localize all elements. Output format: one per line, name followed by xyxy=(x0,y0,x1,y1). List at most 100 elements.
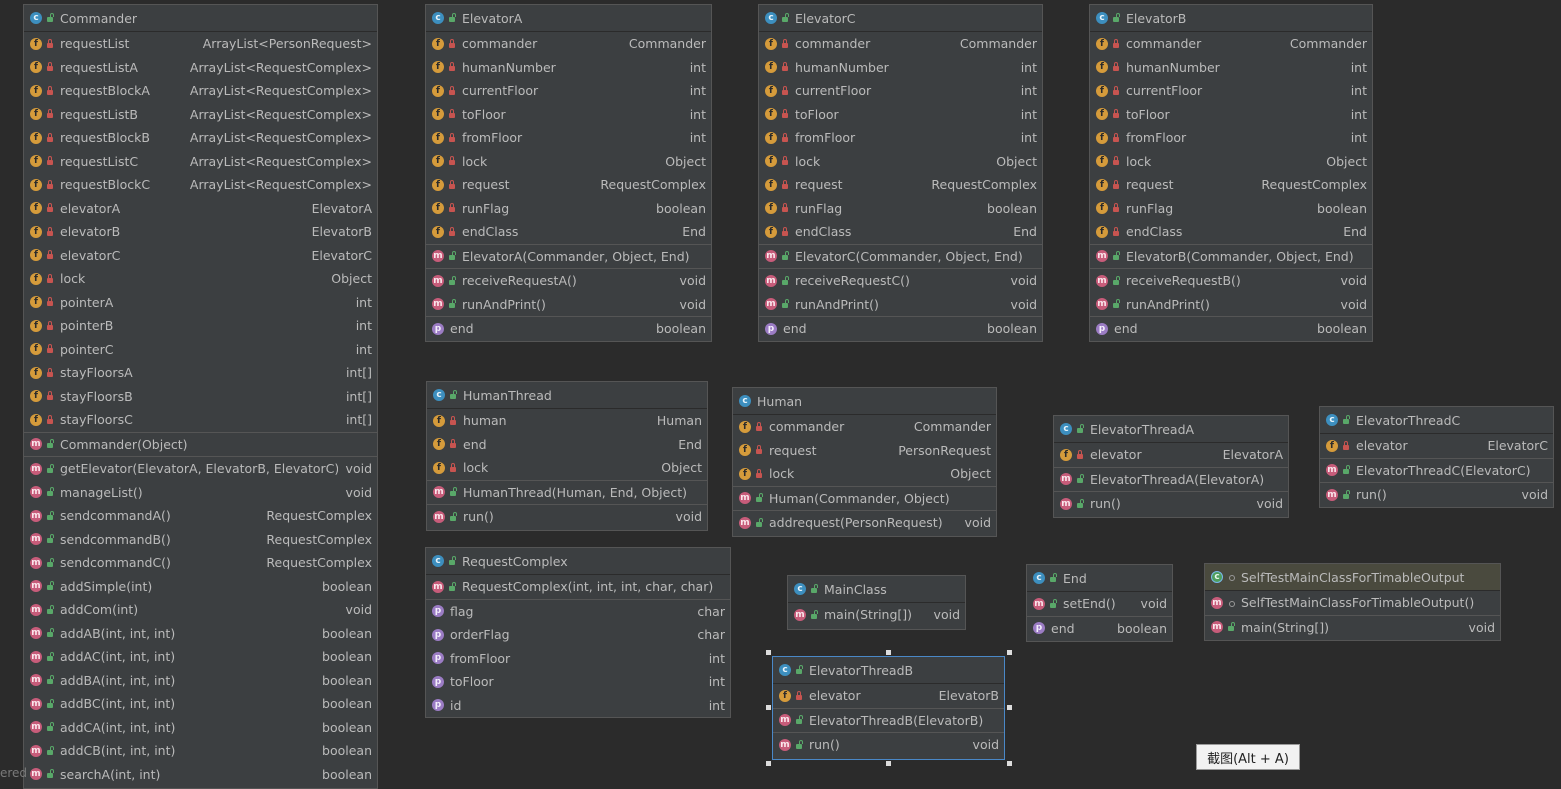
member-row[interactable]: m ElevatorA(Commander, Object, End) xyxy=(426,245,711,269)
member-row[interactable]: m run() void xyxy=(1320,483,1553,507)
member-row[interactable]: f stayFloorsA int[] xyxy=(24,361,377,385)
member-row[interactable]: f endClass End xyxy=(1090,220,1372,244)
class-elevator-b[interactable]: c ElevatorB f commander Commander f humanNum… xyxy=(1089,4,1373,342)
member-row[interactable]: f lock Object xyxy=(733,462,996,486)
class-human-thread[interactable]: c HumanThread f human Human f end End f lock Obj… xyxy=(426,381,708,531)
member-row[interactable]: f stayFloorsC int[] xyxy=(24,408,377,432)
class-header[interactable]: c Human xyxy=(733,388,996,415)
member-row[interactable]: p end boolean xyxy=(426,317,711,341)
class-commander[interactable]: c Commander f requestList ArrayList<Person… xyxy=(23,4,378,789)
member-row[interactable]: f human Human xyxy=(427,409,707,433)
member-row[interactable]: f toFloor int xyxy=(759,103,1042,127)
member-row[interactable]: m receiveRequestB() void xyxy=(1090,269,1372,293)
member-row[interactable]: m main(String[]) void xyxy=(788,603,965,627)
class-header[interactable]: c RequestComplex xyxy=(426,548,730,575)
member-row[interactable]: f elevatorC ElevatorC xyxy=(24,244,377,268)
member-row[interactable]: m addAB(int, int, int) boolean xyxy=(24,622,377,646)
resize-handle-top-center[interactable] xyxy=(886,650,891,655)
member-row[interactable]: f request RequestComplex xyxy=(759,173,1042,197)
member-row[interactable]: f commander Commander xyxy=(426,32,711,56)
class-header[interactable]: c Commander xyxy=(24,5,377,32)
member-row[interactable]: f elevatorA ElevatorA xyxy=(24,197,377,221)
member-row[interactable]: m run() void xyxy=(1054,492,1288,516)
member-row[interactable]: f lock Object xyxy=(1090,150,1372,174)
member-row[interactable]: f endClass End xyxy=(759,220,1042,244)
member-row[interactable]: f requestList ArrayList<PersonRequest> xyxy=(24,32,377,56)
member-row[interactable]: f elevator ElevatorC xyxy=(1320,434,1553,458)
class-elevator-a[interactable]: c ElevatorA f commander Commander f humanNum… xyxy=(425,4,712,342)
member-row[interactable]: m addSimple(int) boolean xyxy=(24,575,377,599)
member-row[interactable]: m ElevatorThreadC(ElevatorC) xyxy=(1320,459,1553,483)
class-header[interactable]: c MainClass xyxy=(788,576,965,603)
member-row[interactable]: m manageList() void xyxy=(24,481,377,505)
class-header[interactable]: c ElevatorThreadA xyxy=(1054,416,1288,443)
class-header[interactable]: c SelfTestMainClassForTimableOutput xyxy=(1205,564,1500,591)
member-row[interactable]: m addAC(int, int, int) boolean xyxy=(24,645,377,669)
resize-handle-bottom-right[interactable] xyxy=(1007,761,1012,766)
member-row[interactable]: p end boolean xyxy=(1027,617,1172,641)
resize-handle-middle-right[interactable] xyxy=(1007,705,1012,710)
class-header[interactable]: c ElevatorThreadB xyxy=(773,657,1004,684)
member-row[interactable]: f fromFloor int xyxy=(759,126,1042,150)
class-request-complex[interactable]: c RequestComplex m RequestComplex(int, in… xyxy=(425,547,731,718)
member-row[interactable]: m searchA(int, int) boolean xyxy=(24,763,377,787)
member-row[interactable]: p fromFloor int xyxy=(426,647,730,671)
member-row[interactable]: m run() void xyxy=(773,733,1004,757)
resize-handle-top-right[interactable] xyxy=(1007,650,1012,655)
class-elevator-c[interactable]: c ElevatorC f commander Commander f humanNum… xyxy=(758,4,1043,342)
member-row[interactable]: f request RequestComplex xyxy=(1090,173,1372,197)
class-elevator-thread-a[interactable]: c ElevatorThreadA f elevator ElevatorA m El… xyxy=(1053,415,1289,518)
class-header[interactable]: c End xyxy=(1027,565,1172,592)
member-row[interactable]: f runFlag boolean xyxy=(426,197,711,221)
class-elevator-thread-b[interactable]: c ElevatorThreadB f elevator ElevatorB m El… xyxy=(772,656,1005,760)
member-row[interactable]: p orderFlag char xyxy=(426,623,730,647)
member-row[interactable]: f fromFloor int xyxy=(1090,126,1372,150)
member-row[interactable]: p id int xyxy=(426,694,730,718)
member-row[interactable]: f endClass End xyxy=(426,220,711,244)
member-row[interactable]: f requestListA ArrayList<RequestComplex> xyxy=(24,56,377,80)
member-row[interactable]: m HumanThread(Human, End, Object) xyxy=(427,481,707,505)
member-row[interactable]: f stayFloorsB int[] xyxy=(24,385,377,409)
member-row[interactable]: f elevatorB ElevatorB xyxy=(24,220,377,244)
member-row[interactable]: f lock Object xyxy=(759,150,1042,174)
resize-handle-bottom-center[interactable] xyxy=(886,761,891,766)
member-row[interactable]: f lock Object xyxy=(426,150,711,174)
member-row[interactable]: m runAndPrint() void xyxy=(1090,293,1372,317)
class-header[interactable]: c ElevatorB xyxy=(1090,5,1372,32)
class-header[interactable]: c ElevatorC xyxy=(759,5,1042,32)
member-row[interactable]: f fromFloor int xyxy=(426,126,711,150)
member-row[interactable]: m addCA(int, int, int) boolean xyxy=(24,716,377,740)
member-row[interactable]: m sendcommandA() RequestComplex xyxy=(24,504,377,528)
member-row[interactable]: f requestBlockC ArrayList<RequestComplex> xyxy=(24,173,377,197)
member-row[interactable]: f pointerA int xyxy=(24,291,377,315)
class-self-test-main[interactable]: c SelfTestMainClassForTimableOutput m Sel… xyxy=(1204,563,1501,641)
member-row[interactable]: p toFloor int xyxy=(426,670,730,694)
member-row[interactable]: m ElevatorThreadA(ElevatorA) xyxy=(1054,468,1288,492)
class-human[interactable]: c Human f commander Commander f request Perso… xyxy=(732,387,997,537)
member-row[interactable]: p end boolean xyxy=(759,317,1042,341)
class-end[interactable]: c End m setEnd() void p end boolean xyxy=(1026,564,1173,642)
member-row[interactable]: f commander Commander xyxy=(1090,32,1372,56)
member-row[interactable]: f commander Commander xyxy=(733,415,996,439)
member-row[interactable]: m addCB(int, int, int) boolean xyxy=(24,739,377,763)
member-row[interactable]: m receiveRequestA() void xyxy=(426,269,711,293)
member-row[interactable]: f request RequestComplex xyxy=(426,173,711,197)
member-row[interactable]: p flag char xyxy=(426,600,730,624)
member-row[interactable]: f requestListB ArrayList<RequestComplex> xyxy=(24,103,377,127)
member-row[interactable]: m addBA(int, int, int) boolean xyxy=(24,669,377,693)
class-elevator-thread-c[interactable]: c ElevatorThreadC f elevator ElevatorC m El… xyxy=(1319,406,1554,508)
member-row[interactable]: m setEnd() void xyxy=(1027,592,1172,616)
resize-handle-bottom-left[interactable] xyxy=(766,761,771,766)
resize-handle-middle-left[interactable] xyxy=(766,705,771,710)
member-row[interactable]: m runAndPrint() void xyxy=(759,293,1042,317)
member-row[interactable]: f end End xyxy=(427,433,707,457)
member-row[interactable]: f currentFloor int xyxy=(426,79,711,103)
member-row[interactable]: f commander Commander xyxy=(759,32,1042,56)
member-row[interactable]: m ElevatorC(Commander, Object, End) xyxy=(759,245,1042,269)
resize-handle-top-left[interactable] xyxy=(766,650,771,655)
class-header[interactable]: c ElevatorThreadC xyxy=(1320,407,1553,434)
member-row[interactable]: m Commander(Object) xyxy=(24,433,377,457)
member-row[interactable]: f requestListC ArrayList<RequestComplex> xyxy=(24,150,377,174)
member-row[interactable]: f runFlag boolean xyxy=(759,197,1042,221)
member-row[interactable]: m main(String[]) void xyxy=(1205,616,1500,640)
